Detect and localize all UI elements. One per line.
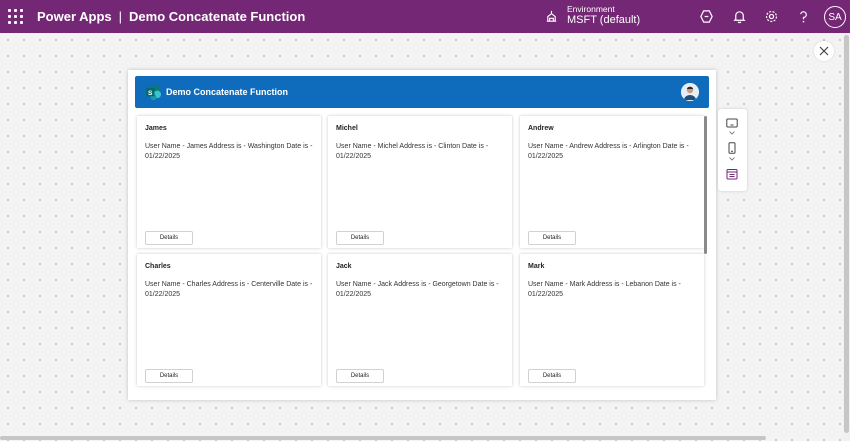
details-button[interactable]: Details (145, 369, 193, 383)
svg-text:S: S (148, 90, 153, 97)
gallery-scrollbar[interactable] (704, 116, 707, 254)
close-button[interactable] (814, 41, 834, 61)
app-preview-frame: S Demo Concatenate Function James User N… (128, 70, 716, 400)
top-bar: Power Apps | Demo Concatenate Function Env… (0, 0, 850, 33)
card-description: User Name - Michel Address is - Clinton … (336, 143, 489, 160)
waffle-icon[interactable] (8, 9, 23, 24)
calendar-icon[interactable] (726, 168, 738, 180)
gear-icon[interactable] (764, 9, 779, 24)
card-name: Jack (336, 263, 352, 270)
details-button[interactable]: Details (336, 369, 384, 383)
user-gallery: James User Name - James Address is - Was… (137, 116, 707, 392)
card-description: User Name - Jack Address is - Georgetown… (336, 281, 499, 298)
gallery-card: Charles User Name - Charles Address is -… (137, 254, 321, 386)
card-name: Andrew (528, 125, 554, 132)
gallery-card: Andrew User Name - Andrew Address is - A… (520, 116, 704, 248)
card-description: User Name - Charles Address is - Centerv… (145, 281, 313, 298)
user-avatar[interactable]: SA (824, 6, 846, 28)
bell-icon[interactable] (732, 9, 747, 24)
chevron-down-icon[interactable] (729, 157, 735, 161)
brand-separator: | (118, 9, 123, 24)
details-button[interactable]: Details (528, 231, 576, 245)
device-toolbar (718, 109, 747, 191)
card-name: Mark (528, 263, 545, 270)
page-horizontal-scrollbar[interactable] (0, 436, 766, 440)
environment-label[interactable]: Environment (567, 4, 615, 14)
chevron-down-icon[interactable] (729, 131, 735, 135)
details-button[interactable]: Details (145, 231, 193, 245)
card-description: User Name - Andrew Address is - Arlingto… (528, 143, 689, 160)
card-description: User Name - Mark Address is - Lebanon Da… (528, 281, 681, 298)
close-icon (819, 46, 829, 56)
app-name[interactable]: Power Apps (37, 9, 112, 24)
gallery-card: Michel User Name - Michel Address is - C… (328, 116, 512, 248)
environment-icon[interactable] (545, 10, 558, 23)
gallery-card: Jack User Name - Jack Address is - Georg… (328, 254, 512, 386)
sharepoint-logo-icon: S (145, 84, 162, 101)
app-header: S Demo Concatenate Function (135, 76, 709, 108)
tablet-icon[interactable] (726, 117, 738, 129)
help-icon[interactable] (796, 9, 811, 24)
profile-avatar-icon (681, 83, 699, 101)
environment-value[interactable]: MSFT (default) (567, 14, 640, 26)
page-vertical-scrollbar[interactable] (843, 33, 850, 441)
phone-icon[interactable] (726, 142, 738, 154)
app-title: Demo Concatenate Function (129, 9, 306, 24)
details-button[interactable]: Details (528, 369, 576, 383)
card-description: User Name - James Address is - Washingto… (145, 143, 313, 160)
gallery-card: James User Name - James Address is - Was… (137, 116, 321, 248)
details-button[interactable]: Details (336, 231, 384, 245)
card-name: Charles (145, 263, 171, 270)
app-header-title: Demo Concatenate Function (166, 87, 289, 97)
card-name: James (145, 125, 167, 132)
brand: Power Apps | Demo Concatenate Function (37, 9, 305, 24)
card-name: Michel (336, 125, 358, 132)
copilot-icon[interactable] (699, 9, 714, 24)
gallery-card: Mark User Name - Mark Address is - Leban… (520, 254, 704, 386)
